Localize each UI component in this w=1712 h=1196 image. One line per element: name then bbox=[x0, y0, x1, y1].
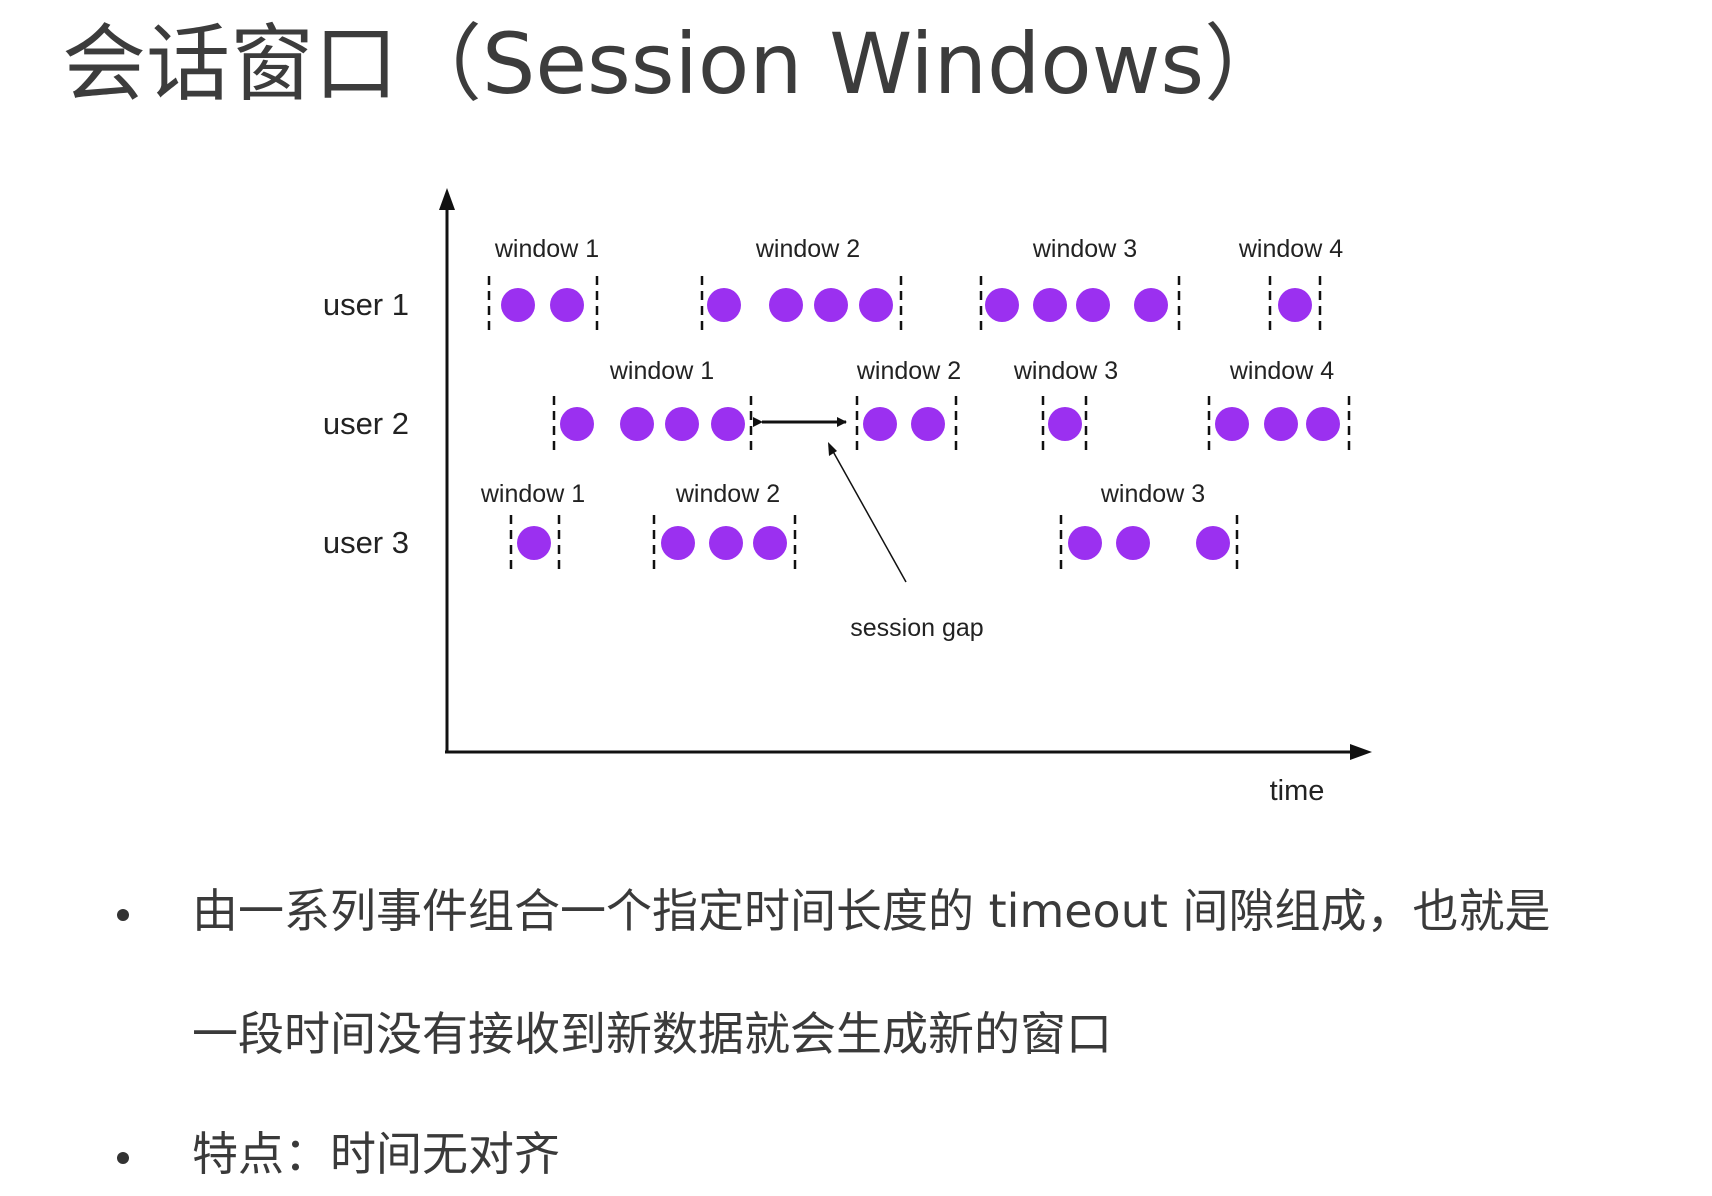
user-1-window-2: window 2 bbox=[700, 235, 903, 334]
event-dot bbox=[985, 288, 1019, 322]
row-label-user-1: user 1 bbox=[323, 287, 409, 322]
event-dot bbox=[863, 407, 897, 441]
event-dot bbox=[1076, 288, 1110, 322]
user-2-window-2: window 2 bbox=[855, 357, 961, 454]
event-dot bbox=[1196, 526, 1230, 560]
window-label: window 2 bbox=[755, 235, 860, 263]
event-dot bbox=[859, 288, 893, 322]
user-2-window-1: window 1 bbox=[552, 357, 753, 454]
window-label: window 3 bbox=[1100, 480, 1205, 508]
x-axis-arrowhead bbox=[1350, 744, 1372, 760]
row-label-user-2: user 2 bbox=[323, 406, 409, 441]
event-dot bbox=[1278, 288, 1312, 322]
window-label: window 4 bbox=[1229, 357, 1334, 385]
event-dot bbox=[711, 407, 745, 441]
event-dot bbox=[707, 288, 741, 322]
event-dot bbox=[753, 526, 787, 560]
event-dot bbox=[550, 288, 584, 322]
window-label: window 2 bbox=[856, 357, 961, 385]
user-2-window-3: window 3 bbox=[1013, 357, 1118, 454]
event-dot bbox=[1033, 288, 1067, 322]
bullet-2-line-1: 特点：时间无对齐 bbox=[192, 1127, 560, 1181]
event-dot bbox=[814, 288, 848, 322]
event-dot bbox=[661, 526, 695, 560]
event-dot bbox=[1306, 407, 1340, 441]
event-dot bbox=[665, 407, 699, 441]
window-label: window 1 bbox=[494, 235, 599, 263]
bullet-1-line-2: 一段时间没有接收到新数据就会生成新的窗口 bbox=[192, 1007, 1112, 1061]
user-1-window-4: window 4 bbox=[1238, 235, 1343, 334]
session-gap-pointer bbox=[829, 445, 907, 583]
event-dot bbox=[709, 526, 743, 560]
window-label: window 3 bbox=[1013, 357, 1118, 385]
event-dot bbox=[517, 526, 551, 560]
session-gap-label: session gap bbox=[850, 614, 983, 642]
event-dot bbox=[911, 407, 945, 441]
event-dot bbox=[769, 288, 803, 322]
event-dot bbox=[1215, 407, 1249, 441]
event-dot bbox=[1116, 526, 1150, 560]
event-dot bbox=[560, 407, 594, 441]
row-label-user-3: user 3 bbox=[323, 525, 409, 560]
y-axis-arrowhead bbox=[439, 188, 455, 210]
user-1-window-3: window 3 bbox=[979, 235, 1181, 334]
window-label: window 1 bbox=[480, 480, 585, 508]
window-label: window 1 bbox=[609, 357, 714, 385]
window-label: window 2 bbox=[675, 480, 780, 508]
user-2-window-4: window 4 bbox=[1207, 357, 1351, 454]
window-label: window 4 bbox=[1238, 235, 1343, 263]
event-dot bbox=[620, 407, 654, 441]
event-dot bbox=[1134, 288, 1168, 322]
bullet-1-line-1: 由一系列事件组合一个指定时间长度的 timeout 间隙组成，也就是 bbox=[192, 884, 1551, 938]
event-dot bbox=[501, 288, 535, 322]
session-windows-diagram: time user 1 user 2 user 3 window 1 windo… bbox=[323, 188, 1372, 807]
user-1-window-1: window 1 bbox=[487, 235, 599, 334]
user-3-window-2: window 2 bbox=[652, 480, 797, 575]
x-axis-label: time bbox=[1270, 775, 1325, 807]
user-3-window-3: window 3 bbox=[1059, 480, 1239, 575]
bullet-marker bbox=[117, 1152, 129, 1164]
window-label: window 3 bbox=[1032, 235, 1137, 263]
session-gap-pointer-head bbox=[828, 442, 837, 456]
user-3-window-1: window 1 bbox=[480, 480, 585, 575]
event-dot bbox=[1048, 407, 1082, 441]
bullet-marker bbox=[117, 909, 129, 921]
event-dot bbox=[1068, 526, 1102, 560]
event-dot bbox=[1264, 407, 1298, 441]
